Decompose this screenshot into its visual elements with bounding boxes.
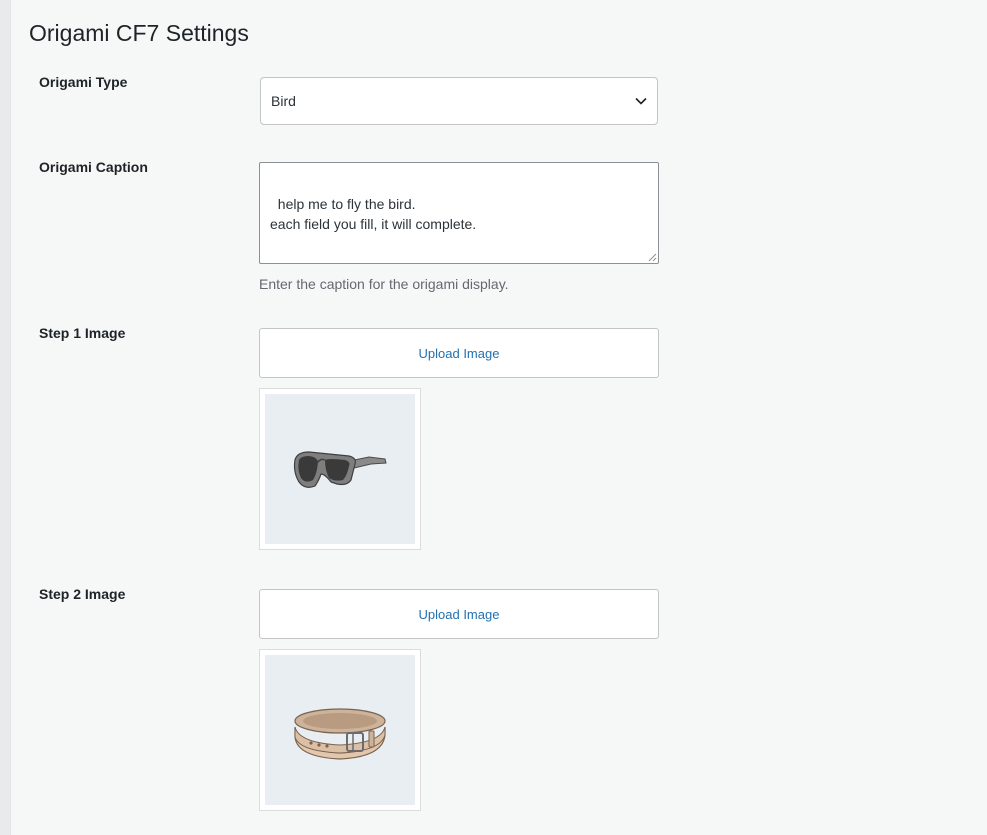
step2-image-preview	[259, 649, 421, 811]
belt-image-icon	[294, 708, 386, 760]
step1-upload-button[interactable]: Upload Image	[259, 328, 659, 378]
chevron-down-icon	[635, 97, 647, 105]
origami-caption-textarea[interactable]: help me to fly the bird. each field you …	[259, 162, 659, 264]
origami-caption-help: Enter the caption for the origami displa…	[259, 276, 509, 292]
origami-type-selected-value: Bird	[271, 93, 296, 109]
step2-upload-button[interactable]: Upload Image	[259, 589, 659, 639]
origami-caption-label: Origami Caption	[39, 159, 148, 175]
step1-image-label: Step 1 Image	[39, 325, 126, 341]
sunglasses-image-icon	[293, 451, 387, 488]
origami-caption-text: help me to fly the bird. each field you …	[270, 196, 477, 232]
admin-sidebar-edge	[0, 0, 11, 835]
origami-type-select[interactable]: Bird	[260, 77, 658, 125]
origami-type-label: Origami Type	[39, 74, 128, 90]
step1-image-preview	[259, 388, 421, 550]
resize-grip-icon[interactable]	[647, 252, 657, 262]
step2-image-label: Step 2 Image	[39, 586, 126, 602]
page-title: Origami CF7 Settings	[29, 20, 249, 46]
